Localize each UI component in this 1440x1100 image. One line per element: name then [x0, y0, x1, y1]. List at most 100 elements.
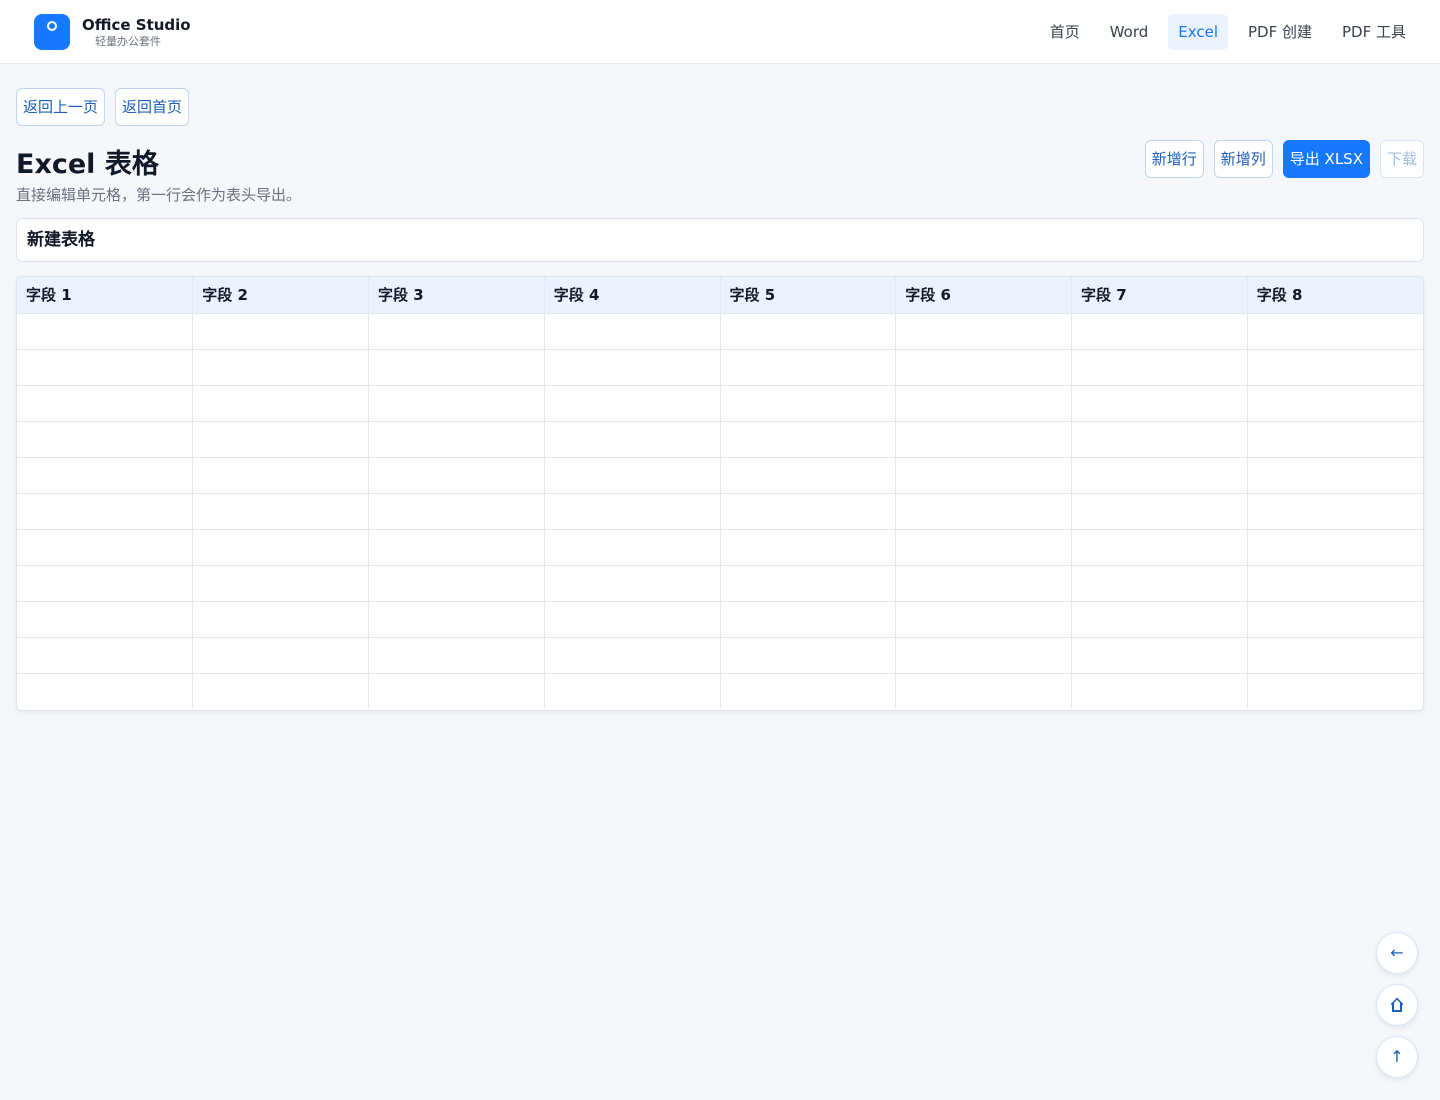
fab-back-button[interactable]: ←	[1376, 932, 1418, 974]
table-cell[interactable]	[17, 637, 194, 674]
table-cell[interactable]	[544, 457, 721, 494]
table-cell[interactable]	[368, 349, 545, 386]
table-cell[interactable]	[17, 601, 194, 638]
fab-top-button[interactable]: ↑	[1376, 1036, 1418, 1078]
table-cell[interactable]	[895, 421, 1072, 458]
table-cell[interactable]	[544, 313, 721, 350]
column-header[interactable]: 字段 4	[544, 277, 721, 314]
table-cell[interactable]	[17, 529, 194, 566]
table-cell[interactable]	[17, 493, 194, 530]
back-prev-button[interactable]: 返回上一页	[16, 88, 106, 126]
add-row-button[interactable]: 新增行	[1144, 140, 1204, 178]
back-home-button[interactable]: 返回首页	[115, 88, 190, 126]
table-cell[interactable]	[1247, 637, 1423, 674]
table-cell[interactable]	[1071, 493, 1248, 530]
table-cell[interactable]	[368, 601, 545, 638]
table-cell[interactable]	[1071, 565, 1248, 602]
table-cell[interactable]	[1071, 349, 1248, 386]
table-cell[interactable]	[1071, 529, 1248, 566]
table-cell[interactable]	[1247, 529, 1423, 566]
table-cell[interactable]	[895, 385, 1072, 422]
table-cell[interactable]	[368, 565, 545, 602]
nav-item-word[interactable]: Word	[1100, 14, 1159, 50]
table-cell[interactable]	[1247, 565, 1423, 602]
table-cell[interactable]	[544, 349, 721, 386]
table-cell[interactable]	[368, 673, 545, 709]
sheet-name-input[interactable]: 新建表格	[16, 218, 1424, 262]
nav-item-pdf-create[interactable]: PDF 创建	[1238, 14, 1322, 50]
table-cell[interactable]	[17, 457, 194, 494]
table-cell[interactable]	[192, 673, 369, 709]
table-cell[interactable]	[1247, 421, 1423, 458]
table-cell[interactable]	[17, 349, 194, 386]
column-header[interactable]: 字段 7	[1071, 277, 1248, 314]
table-cell[interactable]	[720, 349, 897, 386]
table-cell[interactable]	[544, 421, 721, 458]
table-cell[interactable]	[895, 313, 1072, 350]
download-button[interactable]: 下载	[1379, 140, 1424, 178]
table-cell[interactable]	[1071, 385, 1248, 422]
table-cell[interactable]	[1247, 349, 1423, 386]
table-cell[interactable]	[368, 637, 545, 674]
table-cell[interactable]	[368, 313, 545, 350]
table-cell[interactable]	[1071, 421, 1248, 458]
table-cell[interactable]	[544, 529, 721, 566]
table-cell[interactable]	[368, 421, 545, 458]
table-cell[interactable]	[544, 385, 721, 422]
table-cell[interactable]	[192, 565, 369, 602]
column-header[interactable]: 字段 1	[17, 277, 194, 314]
table-cell[interactable]	[895, 349, 1072, 386]
table-cell[interactable]	[720, 601, 897, 638]
column-header[interactable]: 字段 6	[895, 277, 1072, 314]
table-cell[interactable]	[720, 313, 897, 350]
table-cell[interactable]	[720, 673, 897, 709]
table-cell[interactable]	[544, 637, 721, 674]
table-cell[interactable]	[544, 493, 721, 530]
table-cell[interactable]	[895, 529, 1072, 566]
table-cell[interactable]	[720, 529, 897, 566]
table-cell[interactable]	[895, 457, 1072, 494]
table-cell[interactable]	[368, 493, 545, 530]
table-cell[interactable]	[1071, 637, 1248, 674]
table-cell[interactable]	[368, 457, 545, 494]
table-cell[interactable]	[192, 529, 369, 566]
table-cell[interactable]	[17, 421, 194, 458]
table-cell[interactable]	[720, 493, 897, 530]
table-cell[interactable]	[1247, 457, 1423, 494]
table-cell[interactable]	[192, 493, 369, 530]
brand[interactable]: Office Studio 轻量办公套件	[34, 14, 191, 50]
table-cell[interactable]	[895, 493, 1072, 530]
add-column-button[interactable]: 新增列	[1213, 140, 1273, 178]
table-cell[interactable]	[192, 349, 369, 386]
table-cell[interactable]	[895, 565, 1072, 602]
table-cell[interactable]	[895, 601, 1072, 638]
table-cell[interactable]	[1247, 493, 1423, 530]
table-cell[interactable]	[720, 457, 897, 494]
table-cell[interactable]	[1071, 313, 1248, 350]
table-cell[interactable]	[192, 421, 369, 458]
table-cell[interactable]	[1071, 673, 1248, 709]
table-cell[interactable]	[720, 565, 897, 602]
table-cell[interactable]	[17, 673, 194, 709]
table-cell[interactable]	[17, 565, 194, 602]
table-cell[interactable]	[720, 385, 897, 422]
table-cell[interactable]	[192, 313, 369, 350]
table-cell[interactable]	[192, 601, 369, 638]
table-cell[interactable]	[720, 421, 897, 458]
table-cell[interactable]	[895, 673, 1072, 709]
table-cell[interactable]	[192, 637, 369, 674]
table-cell[interactable]	[1071, 457, 1248, 494]
table-cell[interactable]	[544, 673, 721, 709]
fab-home-button[interactable]	[1376, 984, 1418, 1026]
table-cell[interactable]	[17, 385, 194, 422]
table-cell[interactable]	[1247, 313, 1423, 350]
table-cell[interactable]	[17, 313, 194, 350]
table-cell[interactable]	[1247, 385, 1423, 422]
column-header[interactable]: 字段 3	[368, 277, 545, 314]
column-header[interactable]: 字段 2	[192, 277, 369, 314]
table-cell[interactable]	[1071, 601, 1248, 638]
table-cell[interactable]	[895, 637, 1072, 674]
table-cell[interactable]	[544, 601, 721, 638]
table-cell[interactable]	[1247, 601, 1423, 638]
nav-item-excel[interactable]: Excel	[1168, 14, 1228, 50]
